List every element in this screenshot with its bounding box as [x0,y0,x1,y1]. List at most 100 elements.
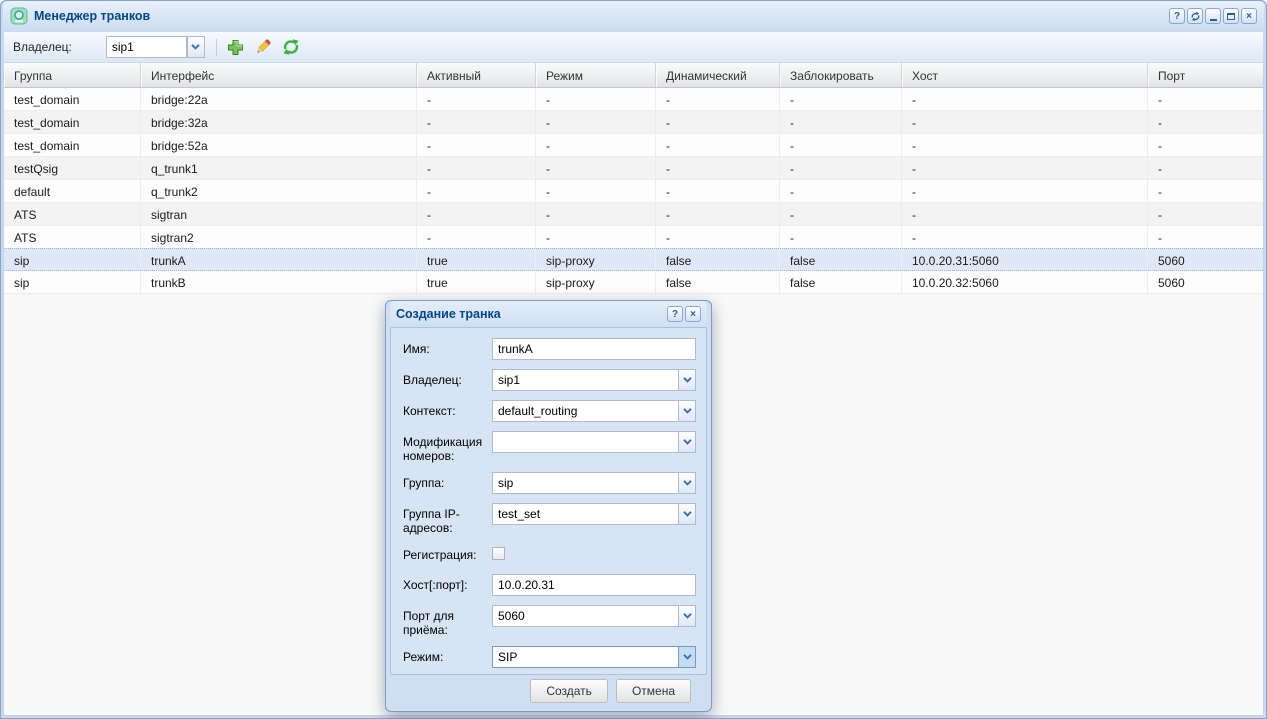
dialog-help-tool-button[interactable]: ? [667,306,683,322]
table-cell: - [656,226,780,248]
owner-trigger[interactable] [678,369,696,391]
table-row[interactable]: siptrunkBtruesip-proxyfalsefalse10.0.20.… [4,271,1263,294]
group-input[interactable] [492,472,678,494]
dialog-close-tool-button[interactable]: × [685,306,701,322]
host-port-input[interactable] [492,574,696,596]
number-modification-input[interactable] [492,431,678,453]
add-trunk-button[interactable] [224,36,247,59]
close-tool-button[interactable]: × [1241,8,1257,24]
table-cell: - [780,203,902,225]
table-cell: - [417,226,536,248]
table-row[interactable]: siptrunkAtruesip-proxyfalsefalse10.0.20.… [4,248,1263,271]
app-icon [10,7,28,25]
window-titlebar[interactable]: Менеджер транков ? × [3,1,1264,31]
table-row[interactable]: testQsigq_trunk1------ [4,157,1263,180]
table-cell: - [536,180,656,202]
dialog-titlebar[interactable]: Создание транка ? × [390,301,707,327]
column-header[interactable]: Порт [1148,63,1264,87]
table-cell: test_domain [4,134,141,156]
group-field-wrap [492,472,696,494]
context-combobox [492,400,696,422]
listen-port-input[interactable] [492,605,678,627]
refresh-tool-button[interactable] [1187,8,1203,24]
mode-input[interactable] [492,646,678,668]
owner-combobox-input[interactable] [106,36,187,58]
table-cell: - [902,157,1148,179]
mode-trigger[interactable] [678,646,696,668]
table-cell: - [656,203,780,225]
column-header[interactable]: Активный [417,63,536,87]
ip-group-field-wrap [492,503,696,535]
ip-group-trigger[interactable] [678,503,696,525]
owner-combobox-trigger[interactable] [187,36,205,58]
table-cell: ATS [4,226,141,248]
name-input[interactable] [492,338,696,360]
column-header[interactable]: Заблокировать [780,63,902,87]
table-cell: - [1148,203,1264,225]
table-cell: - [902,88,1148,110]
context-label: Контекст: [403,400,492,422]
context-trigger[interactable] [678,400,696,422]
create-button[interactable]: Создать [530,679,608,703]
table-cell: test_domain [4,88,141,110]
maximize-tool-button[interactable] [1223,8,1239,24]
table-row[interactable]: ATSsigtran2------ [4,226,1263,249]
table-row[interactable]: test_domainbridge:52a------ [4,134,1263,157]
table-cell: - [417,180,536,202]
refresh-button[interactable] [280,36,303,59]
table-cell: - [902,134,1148,156]
ip-group-input[interactable] [492,503,678,525]
registration-checkbox[interactable] [492,547,505,560]
table-row[interactable]: test_domainbridge:22a------ [4,88,1263,111]
owner-input[interactable] [492,369,678,391]
listen-port-field-wrap [492,605,696,637]
chevron-down-icon [191,44,200,50]
table-row[interactable]: defaultq_trunk2------ [4,180,1263,203]
table-cell: false [656,249,780,270]
listen-port-combobox [492,605,696,627]
table-row[interactable]: ATSsigtran------ [4,203,1263,226]
registration-row: Регистрация: [403,544,696,565]
owner-row: Владелец: [403,369,696,391]
table-cell: - [780,157,902,179]
table-row[interactable]: test_domainbridge:32a------ [4,111,1263,134]
table-cell: - [902,226,1148,248]
column-header[interactable]: Хост [902,63,1148,87]
number-modification-label: Модификация номеров: [403,431,492,463]
table-cell: - [536,111,656,133]
table-cell: - [780,180,902,202]
close-icon: × [1246,10,1252,23]
table-cell: - [1148,111,1264,133]
toolbar: Владелец: [3,31,1264,63]
edit-trunk-button[interactable] [252,36,275,59]
cancel-button[interactable]: Отмена [616,679,691,703]
refresh-icon [282,38,300,56]
table-cell: bridge:52a [141,134,417,156]
column-header[interactable]: Интерфейс [141,63,417,87]
table-cell: - [417,111,536,133]
group-trigger[interactable] [678,472,696,494]
column-header[interactable]: Динамический [656,63,780,87]
host-port-label: Хост[:порт]: [403,574,492,596]
context-input[interactable] [492,400,678,422]
table-cell: - [780,134,902,156]
listen-port-trigger[interactable] [678,605,696,627]
column-header[interactable]: Режим [536,63,656,87]
minimize-tool-button[interactable] [1205,8,1221,24]
group-combobox [492,472,696,494]
table-cell: - [536,134,656,156]
chevron-down-icon [683,511,692,517]
column-header[interactable]: Группа [4,63,141,87]
table-cell: - [536,88,656,110]
toolbar-separator [216,39,217,56]
chevron-down-icon [683,613,692,619]
help-icon: ? [672,308,678,321]
table-cell: - [536,157,656,179]
number-modification-trigger[interactable] [678,431,696,453]
name-field-wrap [492,338,696,360]
table-cell: sip-proxy [536,249,656,270]
help-tool-button[interactable]: ? [1169,8,1185,24]
owner-combobox[interactable] [106,36,205,58]
table-cell: - [780,226,902,248]
number-modification-field-wrap [492,431,696,463]
